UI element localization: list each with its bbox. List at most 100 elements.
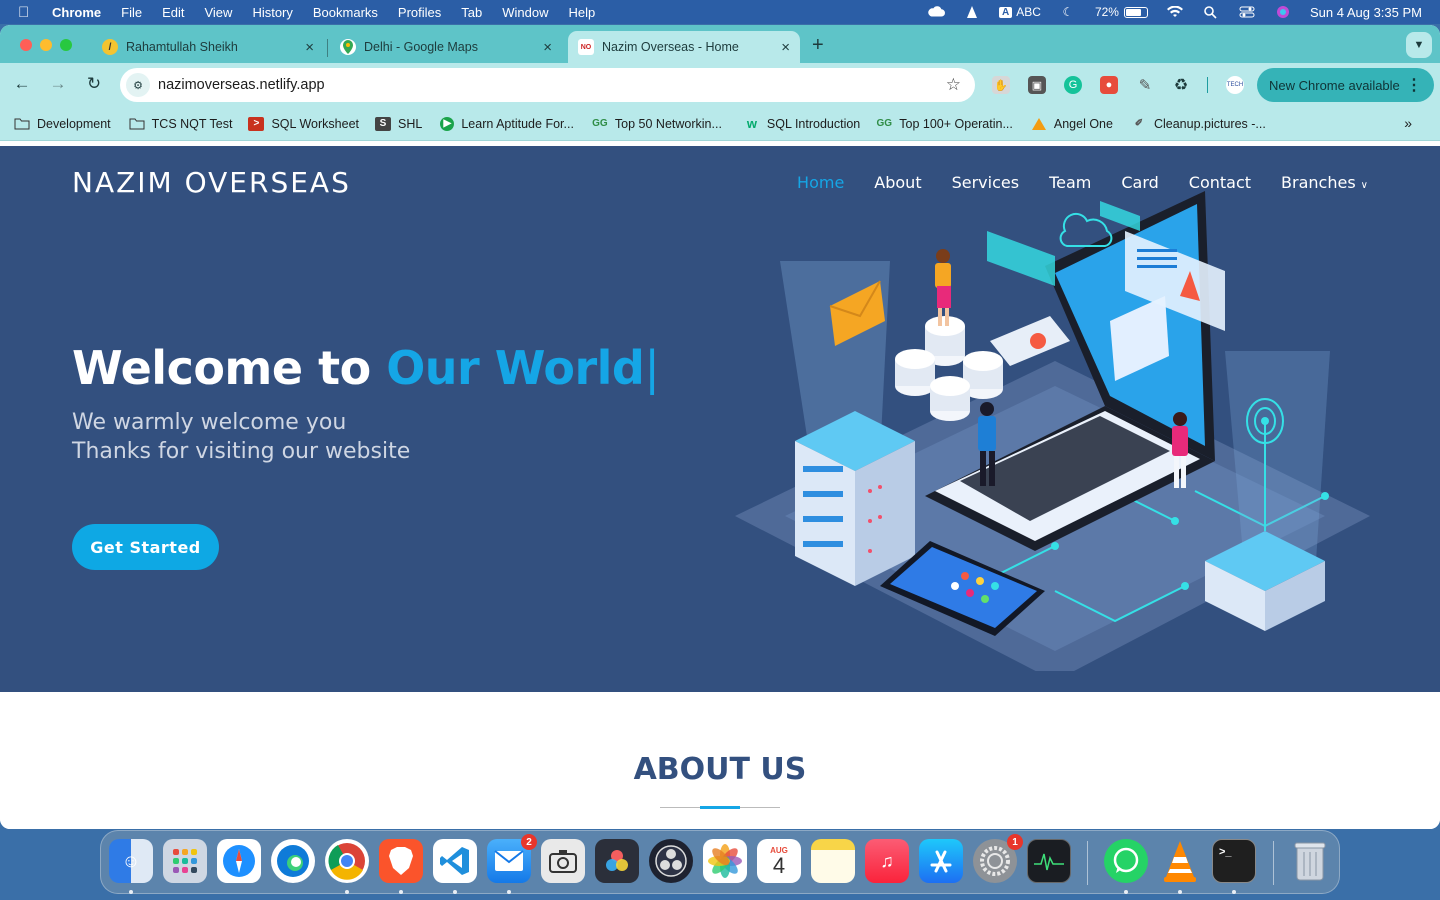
menu-edit[interactable]: Edit <box>162 5 184 20</box>
nav-contact[interactable]: Contact <box>1189 173 1251 192</box>
finder-icon[interactable]: ☺ <box>109 839 153 883</box>
battery-status[interactable]: 72% <box>1095 5 1148 19</box>
terminal-icon[interactable]: >_ <box>1212 839 1256 883</box>
bookmark-top-100-os[interactable]: GG Top 100+ Operatin... <box>876 117 1012 131</box>
bookmark-sql-worksheet[interactable]: > SQL Worksheet <box>248 116 359 131</box>
notes-icon[interactable] <box>811 839 855 883</box>
chrome-window: / Rahamtullah Sheikh × Delhi - Google Ma… <box>0 25 1440 829</box>
bookmark-development[interactable]: Development <box>14 117 111 131</box>
dock-separator <box>1273 841 1274 885</box>
brave-icon[interactable] <box>379 839 423 883</box>
battery-icon <box>1123 6 1148 18</box>
menubar-clock[interactable]: Sun 4 Aug 3:35 PM <box>1310 5 1422 20</box>
close-tab-icon[interactable]: × <box>781 39 790 56</box>
mail-icon[interactable]: 2 <box>487 834 537 883</box>
back-arrow-icon[interactable]: ← <box>11 74 33 94</box>
bookmark-label: Cleanup.pictures -... <box>1153 116 1266 131</box>
get-started-button[interactable]: Get Started <box>72 524 219 570</box>
grammarly-icon[interactable]: G <box>1064 76 1082 94</box>
tab-nazim-overseas[interactable]: NO Nazim Overseas - Home × <box>568 31 800 63</box>
menu-tab[interactable]: Tab <box>461 5 482 20</box>
bookmark-tcs-nqt[interactable]: TCS NQT Test <box>129 117 232 131</box>
new-tab-icon[interactable]: + <box>812 34 824 57</box>
chevron-double-right-icon[interactable]: » <box>1404 115 1412 131</box>
forward-arrow-icon[interactable]: → <box>47 74 69 94</box>
menu-history[interactable]: History <box>252 5 292 20</box>
bookmark-learn-aptitude[interactable]: ▶ Learn Aptitude For... <box>440 116 574 131</box>
about-section: ABOUT US <box>0 692 1440 829</box>
menu-file[interactable]: File <box>121 5 142 20</box>
typing-cursor: | <box>644 341 660 395</box>
vscode-icon[interactable] <box>433 839 477 883</box>
safari-icon[interactable] <box>217 839 261 883</box>
music-icon[interactable]: ♫ <box>865 839 909 883</box>
menu-view[interactable]: View <box>204 5 232 20</box>
trash-icon[interactable] <box>1288 839 1332 883</box>
moon-icon[interactable]: ☾ <box>1059 5 1077 19</box>
reload-icon[interactable]: ↻ <box>83 74 105 94</box>
app-store-icon[interactable] <box>919 839 963 883</box>
menu-window[interactable]: Window <box>502 5 548 20</box>
obs-icon[interactable] <box>649 839 693 883</box>
nav-branches[interactable]: Branches ∨ <box>1281 173 1368 192</box>
brand-logo[interactable]: NAZIM OVERSEAS <box>72 166 351 199</box>
chrome-icon[interactable] <box>325 839 369 883</box>
bookmark-top-50-networking[interactable]: GG Top 50 Networkin... <box>592 117 722 131</box>
url-text[interactable]: nazimoverseas.netlify.app <box>158 77 325 93</box>
nav-services[interactable]: Services <box>952 173 1019 192</box>
calendar-icon[interactable]: AUG 4 <box>757 839 801 883</box>
control-center-icon[interactable] <box>1238 5 1256 19</box>
tab-rahamtullah[interactable]: / Rahamtullah Sheikh × <box>92 31 324 63</box>
bookmark-sql-introduction[interactable]: w SQL Introduction <box>744 116 860 131</box>
nav-home[interactable]: Home <box>797 173 844 192</box>
close-tab-icon[interactable]: × <box>543 39 552 56</box>
launchpad-icon[interactable] <box>163 839 207 883</box>
site-settings-icon[interactable]: ⚙ <box>126 73 150 97</box>
nav-card[interactable]: Card <box>1121 173 1158 192</box>
cloud-icon[interactable] <box>927 5 946 19</box>
nav-about[interactable]: About <box>874 173 921 192</box>
close-tab-icon[interactable]: × <box>305 39 314 56</box>
tab-google-maps[interactable]: Delhi - Google Maps × <box>330 31 562 63</box>
zoom-window-button[interactable] <box>60 39 72 51</box>
bookmark-shl[interactable]: S SHL <box>375 116 422 131</box>
siri-icon[interactable] <box>1274 5 1292 19</box>
toolbar-divider <box>1207 77 1208 93</box>
system-settings-icon[interactable]: 1 <box>973 834 1023 883</box>
vlc-menubar-icon[interactable] <box>963 5 981 19</box>
address-bar[interactable]: ⚙ nazimoverseas.netlify.app ☆ <box>120 68 975 102</box>
bookmark-star-icon[interactable]: ☆ <box>946 75 961 95</box>
extension-window-icon[interactable]: ▣ <box>1028 76 1046 94</box>
input-source[interactable]: A ABC <box>999 5 1041 19</box>
screen-recorder-icon[interactable]: ● <box>1100 76 1118 94</box>
apple-menu-icon[interactable]:  <box>18 4 38 21</box>
minimize-window-button[interactable] <box>40 39 52 51</box>
nav-team[interactable]: Team <box>1049 173 1091 192</box>
subtitle-line-1: We warmly welcome you <box>72 410 347 435</box>
bookmark-cleanup-pictures[interactable]: ✐ Cleanup.pictures -... <box>1131 117 1266 131</box>
wifi-icon[interactable] <box>1166 5 1184 19</box>
davinci-resolve-icon[interactable] <box>595 839 639 883</box>
photos-icon[interactable] <box>703 839 747 883</box>
edge-icon[interactable] <box>271 839 315 883</box>
menu-profiles[interactable]: Profiles <box>398 5 441 20</box>
extensions-puzzle-icon[interactable]: ♻ <box>1172 76 1190 94</box>
menu-help[interactable]: Help <box>569 5 596 20</box>
vlc-icon[interactable] <box>1158 839 1202 883</box>
profile-avatar[interactable]: TECH <box>1226 76 1244 94</box>
macos-dock: ☺ 2 AUG 4 ♫ 1 >_ <box>100 830 1340 894</box>
color-picker-icon[interactable]: ✎ <box>1136 76 1154 94</box>
activity-monitor-icon[interactable] <box>1027 839 1071 883</box>
tab-search-chevron-down-icon[interactable]: ▼ <box>1406 32 1432 58</box>
close-window-button[interactable] <box>20 39 32 51</box>
bookmark-angel-one[interactable]: Angel One <box>1031 117 1113 131</box>
extension-hand-icon[interactable]: ✋ <box>992 76 1010 94</box>
menu-bookmarks[interactable]: Bookmarks <box>313 5 378 20</box>
spotlight-search-icon[interactable] <box>1202 5 1220 19</box>
update-label: New Chrome available <box>1269 77 1400 93</box>
bookmark-label: Angel One <box>1053 116 1113 131</box>
whatsapp-icon[interactable] <box>1104 839 1148 883</box>
screenshot-icon[interactable] <box>541 839 585 883</box>
menu-app-name[interactable]: Chrome <box>52 5 101 20</box>
new-chrome-available-button[interactable]: New Chrome available ⋮ <box>1257 68 1434 102</box>
